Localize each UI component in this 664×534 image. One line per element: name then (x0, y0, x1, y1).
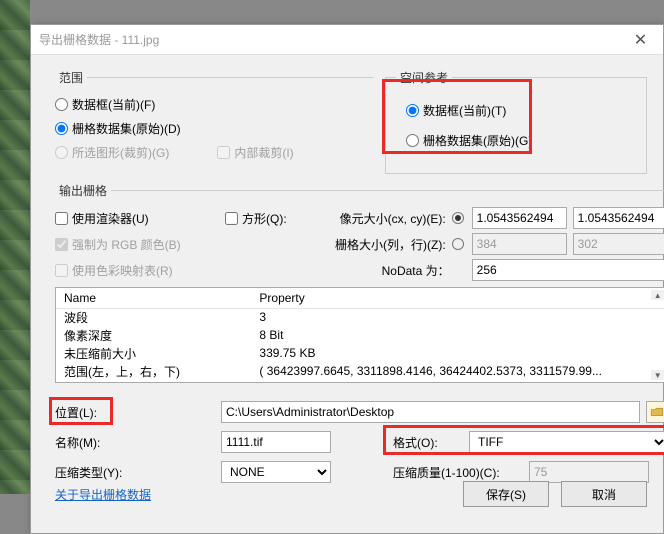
raster-size-label: 栅格大小(列，行)(Z): (335, 236, 450, 253)
use-colormap-check (55, 264, 68, 277)
range-selected-label: 所选图形(裁剪)(G) (72, 144, 169, 161)
spatial-legend: 空间参考 (396, 69, 452, 86)
window-title: 导出栅格数据 - 111.jpg (39, 31, 159, 48)
cell-property: 339.75 KB (251, 344, 664, 362)
background-aerial (0, 0, 30, 494)
internal-crop-check (217, 146, 230, 159)
square-check[interactable] (225, 212, 238, 225)
folder-icon (650, 407, 664, 417)
range-selected-radio (55, 146, 68, 159)
force-rgb-check (55, 238, 68, 251)
close-button[interactable]: ✕ (618, 25, 663, 55)
cell-name: 范围(左，上，右，下) (56, 362, 251, 380)
save-button[interactable]: 保存(S) (463, 481, 549, 507)
cell-name: 未压缩前大小 (56, 344, 251, 362)
properties-table: ▲ ▼ Name Property 波段3像素深度8 Bit未压缩前大小339.… (55, 287, 664, 383)
nodata-label: NoData 为： (335, 262, 458, 279)
range-dataframe-label[interactable]: 数据框(当前)(F) (72, 96, 155, 113)
raster-unit-radio[interactable] (452, 238, 464, 250)
cell-property: 3 (251, 308, 664, 326)
name-input[interactable] (221, 431, 331, 453)
range-group: 范围 数据框(当前)(F) 栅格数据集(原始)(D) 所选图形(裁剪)(G) 内… (55, 69, 373, 174)
spatial-group: 空间参考 数据框(当前)(T) 栅格数据集(原始)(G) (385, 69, 647, 174)
spatial-dataframe-label[interactable]: 数据框(当前)(T) (423, 102, 506, 119)
cell-name: 像素深度 (56, 326, 251, 344)
range-rasterdataset-radio[interactable] (55, 122, 68, 135)
output-group: 输出栅格 使用渲染器(U) 方形(Q): 像元大小(cx, cy)(E): (55, 182, 664, 497)
scroll-up-icon[interactable]: ▲ (651, 290, 664, 300)
spatial-rasterdataset-radio[interactable] (406, 134, 419, 147)
cell-property: 8 Bit (251, 326, 664, 344)
cell-property: ( 36423997.6645, 3311898.4146, 36424402.… (251, 362, 664, 380)
raster-cols-input (472, 233, 567, 255)
table-row[interactable]: 波段3 (56, 308, 664, 326)
pixel-x-input[interactable] (472, 207, 567, 229)
cell-name: 波段 (56, 308, 251, 326)
pixel-size-label: 像元大小(cx, cy)(E): (335, 210, 450, 227)
use-colormap-label: 使用色彩映射表(R) (72, 262, 173, 279)
spatial-rasterdataset-label[interactable]: 栅格数据集(原始)(G) (423, 132, 532, 149)
square-label[interactable]: 方形(Q): (242, 210, 287, 227)
table-row[interactable]: 范围(左，上，右，下)( 36423997.6645, 3311898.4146… (56, 362, 664, 380)
pixel-unit-radio[interactable] (452, 212, 464, 224)
pixel-y-input[interactable] (573, 207, 664, 229)
nodata-input[interactable] (472, 259, 664, 281)
location-input[interactable] (221, 401, 640, 423)
output-legend: 输出栅格 (55, 182, 111, 199)
name-label: 名称(M): (55, 434, 215, 451)
titlebar[interactable]: 导出栅格数据 - 111.jpg ✕ (31, 25, 663, 55)
browse-folder-button[interactable] (646, 401, 664, 423)
format-label: 格式(O): (393, 434, 463, 451)
use-renderer-label[interactable]: 使用渲染器(U) (72, 210, 149, 227)
raster-rows-input (573, 233, 664, 255)
comp-quality-label: 压缩质量(1-100)(C): (393, 464, 523, 481)
format-select[interactable]: TIFF (469, 431, 664, 453)
close-icon: ✕ (634, 30, 647, 50)
internal-crop-label: 内部裁剪(I) (234, 144, 293, 161)
spatial-dataframe-radio[interactable] (406, 104, 419, 117)
comp-type-select[interactable]: NONE (221, 461, 331, 483)
location-label: 位置(L): (55, 406, 97, 420)
comp-type-label: 压缩类型(Y): (55, 464, 215, 481)
export-raster-dialog: 导出栅格数据 - 111.jpg ✕ 范围 数据框(当前)(F) 栅格数据集(原… (30, 24, 664, 534)
about-export-link[interactable]: 关于导出栅格数据 (55, 488, 151, 502)
th-name: Name (56, 288, 251, 308)
table-row[interactable]: 像素深度8 Bit (56, 326, 664, 344)
range-dataframe-radio[interactable] (55, 98, 68, 111)
range-legend: 范围 (55, 69, 87, 86)
use-renderer-check[interactable] (55, 212, 68, 225)
th-property: Property (251, 288, 664, 308)
comp-quality-input (529, 461, 649, 483)
table-row[interactable]: 未压缩前大小339.75 KB (56, 344, 664, 362)
range-rasterdataset-label[interactable]: 栅格数据集(原始)(D) (72, 120, 181, 137)
cancel-button[interactable]: 取消 (561, 481, 647, 507)
scroll-down-icon[interactable]: ▼ (651, 370, 664, 380)
force-rgb-label: 强制为 RGB 颜色(B) (72, 236, 181, 253)
